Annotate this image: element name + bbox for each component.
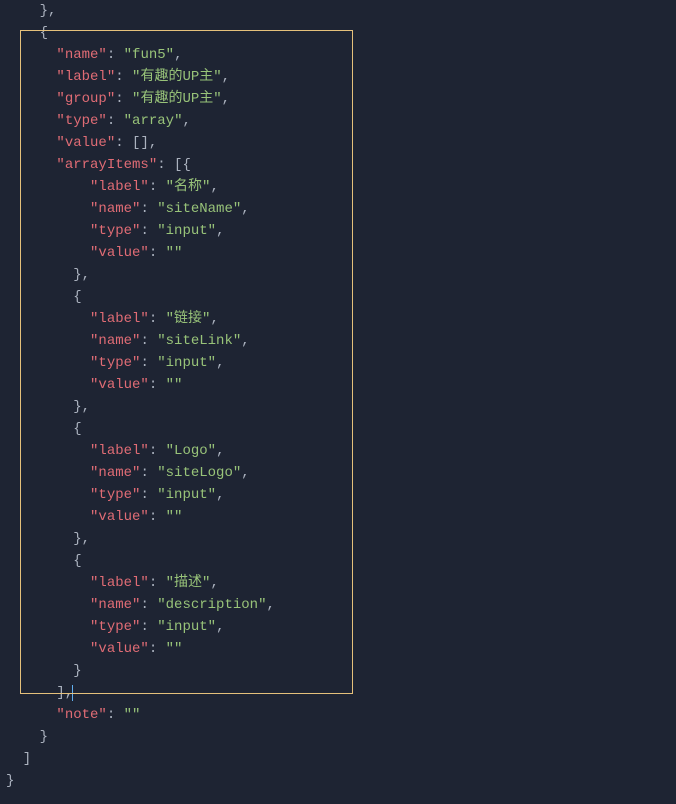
- code-line: ]: [6, 748, 676, 770]
- code-line: "value": "": [6, 374, 676, 396]
- code-line: "name": "description",: [6, 594, 676, 616]
- code-line: "type": "array",: [6, 110, 676, 132]
- code-line: {: [6, 286, 676, 308]
- code-line: },: [6, 264, 676, 286]
- code-editor[interactable]: }, { "name": "fun5", "label": "有趣的UP主", …: [0, 0, 676, 792]
- code-line: "name": "siteLink",: [6, 330, 676, 352]
- code-line: "type": "input",: [6, 220, 676, 242]
- code-line: }: [6, 770, 676, 792]
- code-line: {: [6, 22, 676, 44]
- code-line: "name": "siteLogo",: [6, 462, 676, 484]
- code-line: "note": "": [6, 704, 676, 726]
- code-line: {: [6, 550, 676, 572]
- code-line: "group": "有趣的UP主",: [6, 88, 676, 110]
- code-line: "type": "input",: [6, 352, 676, 374]
- code-line: "value": "": [6, 242, 676, 264]
- code-line: }: [6, 726, 676, 748]
- code-line: "arrayItems": [{: [6, 154, 676, 176]
- code-line: "label": "Logo",: [6, 440, 676, 462]
- code-line: "label": "描述",: [6, 572, 676, 594]
- code-line: }: [6, 660, 676, 682]
- code-line: },: [6, 0, 676, 22]
- code-line: "type": "input",: [6, 484, 676, 506]
- code-line: "value": [],: [6, 132, 676, 154]
- code-line: "label": "名称",: [6, 176, 676, 198]
- code-line: "value": "": [6, 638, 676, 660]
- code-line: "value": "": [6, 506, 676, 528]
- code-line: "label": "有趣的UP主",: [6, 66, 676, 88]
- code-line: "label": "链接",: [6, 308, 676, 330]
- code-line: "type": "input",: [6, 616, 676, 638]
- code-line: "name": "fun5",: [6, 44, 676, 66]
- code-line: },: [6, 528, 676, 550]
- code-line: },: [6, 396, 676, 418]
- code-line: "name": "siteName",: [6, 198, 676, 220]
- code-line: ],: [6, 682, 676, 704]
- code-line: {: [6, 418, 676, 440]
